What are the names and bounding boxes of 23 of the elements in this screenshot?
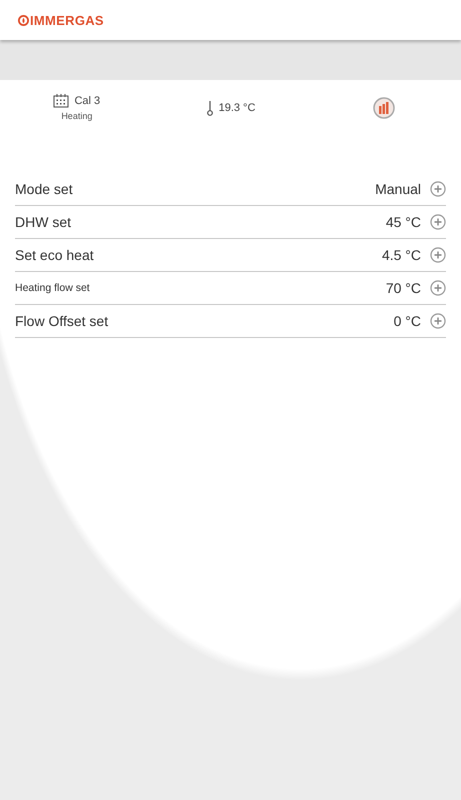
calendar-icon [53,94,70,108]
plus-icon[interactable] [430,313,446,329]
setting-value: 4.5 °C [382,247,421,263]
setting-value: 45 °C [386,214,421,230]
mode-label: Heating [61,111,92,121]
setting-label: DHW set [15,214,72,230]
setting-value: 70 °C [386,280,421,296]
temperature-reading: 19.3 °C [218,102,256,114]
setting-label: Set eco heat [15,247,95,263]
thermometer-icon [206,100,214,116]
setting-value: Manual [375,181,421,197]
brand-logo: IMMERGAS [30,12,104,28]
plus-icon[interactable] [430,214,446,230]
setting-label: Heating flow set [15,282,91,294]
logo-icon [18,14,29,26]
calendar-label: Cal 3 [74,95,100,107]
plus-icon[interactable] [430,247,446,263]
radiator-icon[interactable] [373,96,396,118]
setting-label: Flow Offset set [15,313,110,329]
plus-icon[interactable] [430,280,446,296]
plus-icon[interactable] [430,181,446,197]
setting-value: 0 °C [394,313,421,329]
setting-label: Mode set [15,181,74,197]
